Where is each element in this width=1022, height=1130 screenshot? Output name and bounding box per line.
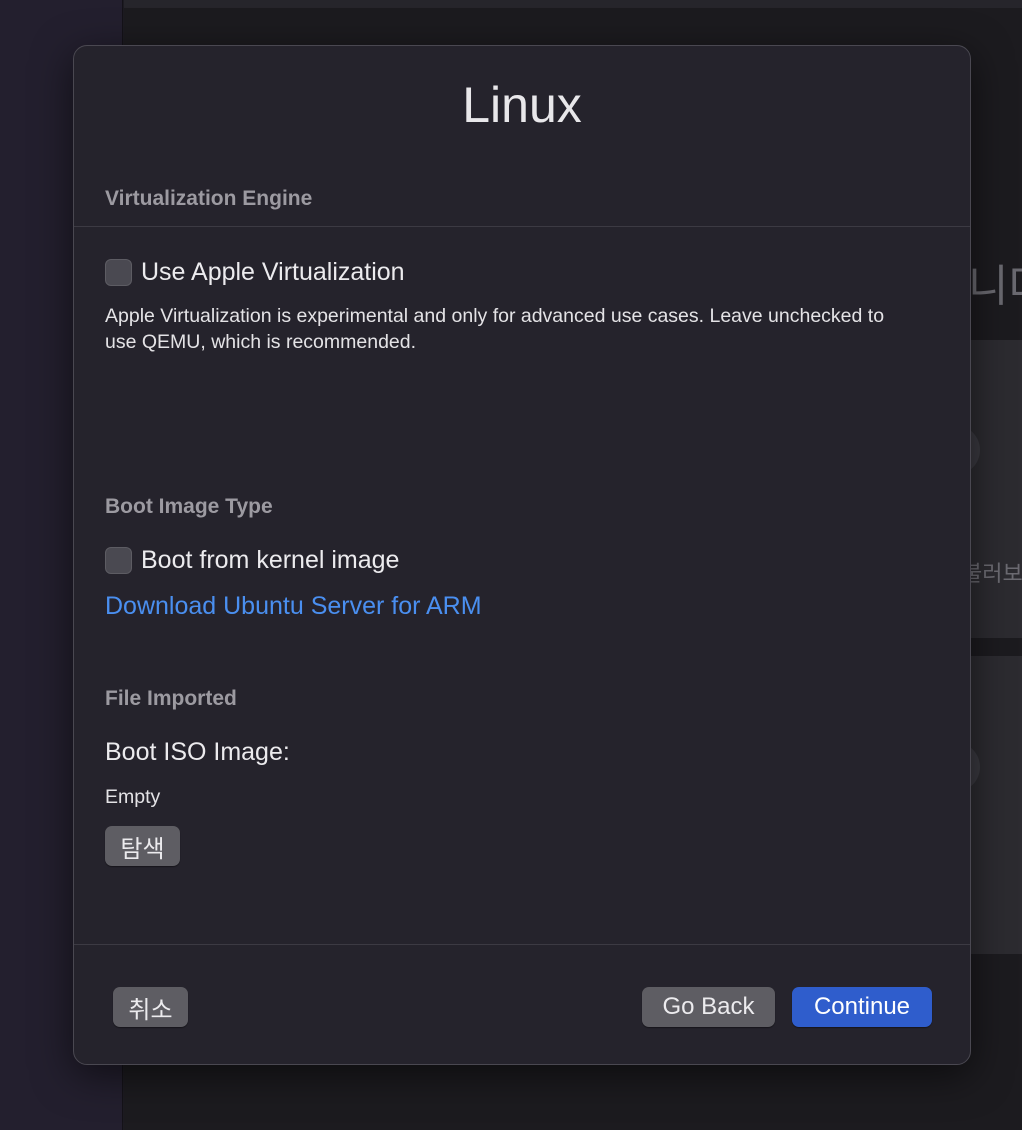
background-card-text: 불러보 [962,561,1022,586]
toolbar-background [124,0,1022,8]
boot-image-type-header: Boot Image Type [105,495,273,518]
browse-button[interactable]: 탐색 [105,826,180,866]
boot-iso-label: Boot ISO Image: [105,738,290,766]
use-apple-virtualization-checkbox[interactable] [105,259,132,286]
cancel-button[interactable]: 취소 [113,987,188,1027]
use-apple-virtualization-option[interactable]: Use Apple Virtualization [105,258,405,287]
boot-from-kernel-option[interactable]: Boot from kernel image [105,546,399,575]
section-divider [74,226,970,227]
continue-button[interactable]: Continue [792,987,932,1027]
dialog-title: Linux [462,77,582,133]
boot-from-kernel-checkbox[interactable] [105,547,132,574]
virtualization-help-text: Apple Virtualization is experimental and… [105,305,885,353]
new-vm-dialog: Linux Virtualization Engine Use Apple Vi… [73,45,971,1065]
background-heading: 니다 [968,262,1022,311]
footer-divider [74,944,970,945]
boot-iso-value: Empty [105,786,161,808]
virtualization-engine-header: Virtualization Engine [105,187,313,210]
file-imported-header: File Imported [105,687,237,710]
go-back-button[interactable]: Go Back [642,987,775,1027]
download-ubuntu-link[interactable]: Download Ubuntu Server for ARM [105,592,482,621]
boot-from-kernel-label[interactable]: Boot from kernel image [141,546,399,575]
use-apple-virtualization-label[interactable]: Use Apple Virtualization [141,258,405,287]
